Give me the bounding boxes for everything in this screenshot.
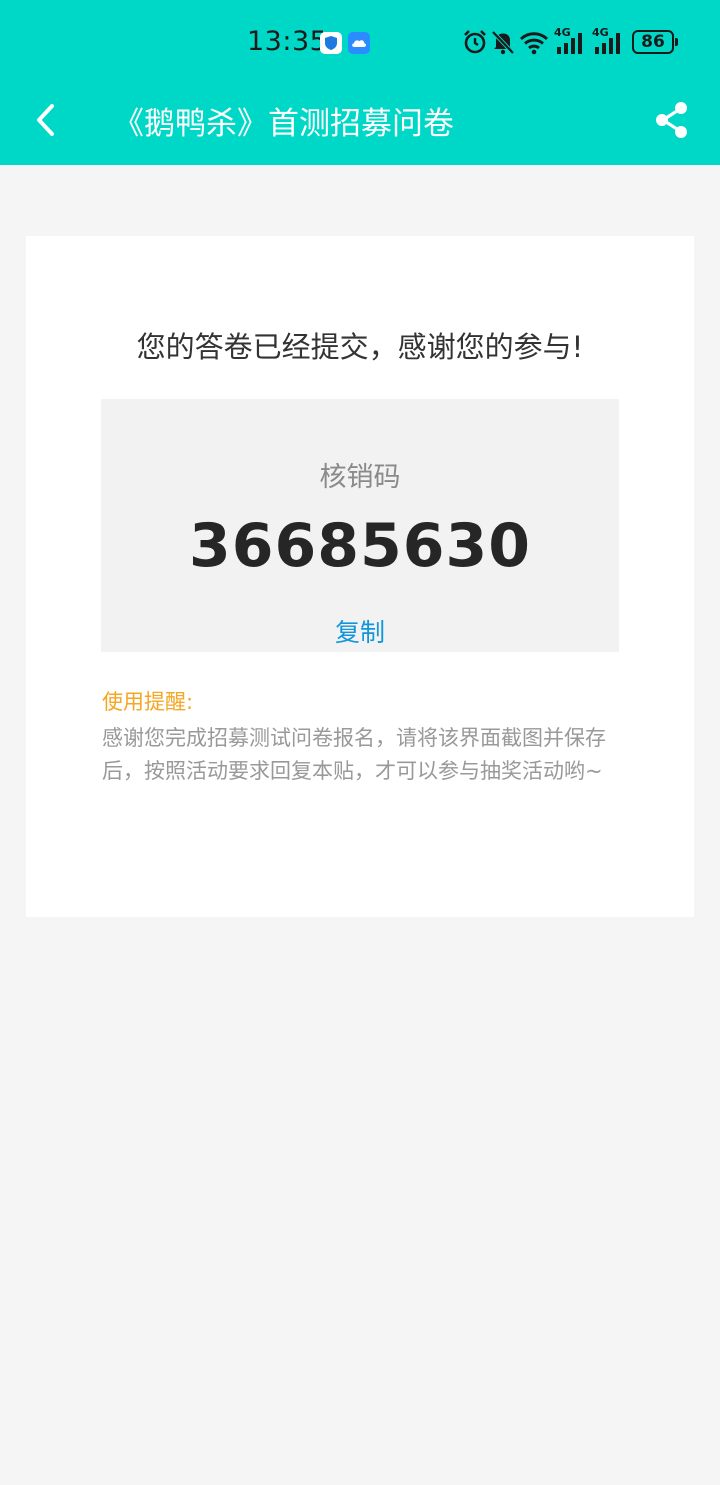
reminder-title: 使用提醒: <box>102 690 194 714</box>
wifi-icon <box>519 32 549 55</box>
back-arrow-icon[interactable] <box>30 100 60 140</box>
verification-code: 36685630 <box>189 511 531 581</box>
code-label: 核销码 <box>319 462 401 493</box>
shield-icon <box>320 32 342 54</box>
reminder-text: 感谢您完成招募测试问卷报名，请将该界面截图并保存后，按照活动要求回复本贴，才可以… <box>102 726 606 783</box>
app-header: 13:35 4G 4G 86 《鹅鸭杀》首测招募问卷 <box>0 0 720 165</box>
cloud-icon <box>348 32 370 54</box>
copy-button[interactable]: 复制 <box>310 613 410 649</box>
cellular-signal-icon: 4G <box>592 26 626 56</box>
verification-code-box: 核销码 36685630 复制 <box>101 399 619 652</box>
submission-card: 您的答卷已经提交，感谢您的参与! 核销码 36685630 复制 使用提醒: 感… <box>26 236 694 917</box>
cellular-signal-icon: 4G <box>554 26 588 56</box>
submission-message: 您的答卷已经提交，感谢您的参与! <box>136 330 584 364</box>
share-icon[interactable] <box>653 100 691 140</box>
alarm-icon <box>464 30 486 54</box>
mute-bell-icon <box>491 30 515 55</box>
battery-icon: 86 <box>632 30 678 54</box>
battery-level: 86 <box>641 31 665 52</box>
page-title: 《鹅鸭杀》首测招募问卷 <box>113 106 454 142</box>
status-time: 13:35 <box>247 26 328 57</box>
